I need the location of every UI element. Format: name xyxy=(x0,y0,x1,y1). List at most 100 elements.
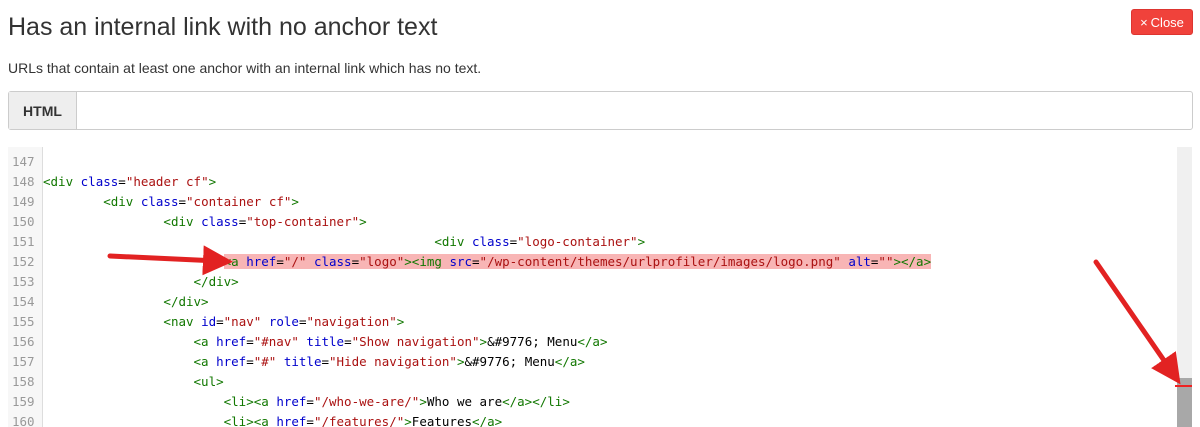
code-token: <a xyxy=(193,334,217,349)
code-tokens: <div class="header cf"> xyxy=(43,174,216,189)
code-token: &#9776; Menu xyxy=(464,354,555,369)
code-token: > xyxy=(208,174,217,189)
close-icon: × xyxy=(1140,14,1148,30)
code-token: <nav xyxy=(163,314,202,329)
code-line: 156 <a href="#nav" title="Show navigatio… xyxy=(8,332,931,352)
code-token: id xyxy=(201,314,217,329)
code-token: </div> xyxy=(193,274,239,289)
code-token: </a> xyxy=(577,334,608,349)
code-token: href xyxy=(216,334,247,349)
code-token: class xyxy=(80,174,119,189)
line-number: 153 xyxy=(12,274,35,289)
code-token: alt xyxy=(848,254,871,269)
code-token: &#9776; Menu xyxy=(487,334,578,349)
code-tokens: <li><a href="/features/">Features</a> xyxy=(43,414,503,427)
code-token: > xyxy=(396,314,405,329)
code-tokens: <a href="#" title="Hide navigation">&#97… xyxy=(43,354,585,369)
line-code: <a href="#" title="Hide navigation">&#97… xyxy=(42,352,585,372)
code-token: > xyxy=(291,194,299,209)
code-line: 155 <nav id="nav" role="navigation"> xyxy=(8,312,931,332)
code-token: class xyxy=(471,234,510,249)
vertical-scrollbar[interactable] xyxy=(1175,147,1192,427)
highlighted-anchor-code: <a href="/" class="logo"><img src="/wp-c… xyxy=(223,254,932,269)
line-code: <ul> xyxy=(42,372,224,392)
line-number: 148 xyxy=(12,174,35,189)
code-token: "/who-we-are/" xyxy=(313,394,420,409)
code-token: <div xyxy=(43,174,81,189)
code-tokens: <nav id="nav" role="navigation"> xyxy=(43,314,404,329)
close-button-label: Close xyxy=(1150,14,1184,30)
code-line: 150 <div class="top-container"> xyxy=(8,212,931,232)
line-number: 158 xyxy=(12,374,35,389)
line-code: <nav id="nav" role="navigation"> xyxy=(42,312,404,332)
line-number: 156 xyxy=(12,334,35,349)
code-line: 153 </div> xyxy=(8,272,931,292)
code-token: = xyxy=(216,314,224,329)
code-token: "/wp-content/themes/urlprofiler/images/l… xyxy=(479,254,841,269)
code-token: = xyxy=(178,194,187,209)
code-viewer[interactable]: 147 148 <div class="header cf"> 149 <div cl… xyxy=(8,147,1193,427)
code-token: class xyxy=(201,214,239,229)
code-token: = xyxy=(351,254,360,269)
code-line: 157 <a href="#" title="Hide navigation">… xyxy=(8,352,931,372)
tab-bar: HTML xyxy=(8,91,1193,130)
code-tokens: <li><a href="/who-we-are/">Who we are</a… xyxy=(43,394,570,409)
code-token: </div> xyxy=(163,294,209,309)
code-token: href xyxy=(246,254,277,269)
code-tokens: <a href="#nav" title="Show navigation">&… xyxy=(43,334,608,349)
code-line: 152 <a href="/" class="logo"><img src="/… xyxy=(8,252,932,272)
code-token: > xyxy=(479,334,488,349)
code-token: <a xyxy=(193,354,217,369)
code-token: <a xyxy=(223,254,247,269)
code-token: href xyxy=(276,414,307,427)
line-code: <div class="container cf"> xyxy=(42,192,299,212)
line-code: <div class="header cf"> xyxy=(42,172,216,192)
code-token: "nav" xyxy=(223,314,262,329)
code-token: "Show navigation" xyxy=(351,334,480,349)
code-token: = xyxy=(344,334,352,349)
line-code: <div class="logo-container"> xyxy=(42,232,645,252)
code-tokens: <div class="top-container"> xyxy=(43,214,366,229)
code-token: "Hide navigation" xyxy=(329,354,457,369)
code-tokens: </div> xyxy=(43,294,209,309)
code-token: ></a> xyxy=(893,254,932,269)
line-number: 147 xyxy=(12,154,35,169)
tab-html[interactable]: HTML xyxy=(9,92,77,129)
modal-title: Has an internal link with no anchor text xyxy=(8,13,438,41)
close-button[interactable]: × Close xyxy=(1131,9,1193,35)
code-token: = xyxy=(306,394,314,409)
code-token: "" xyxy=(878,254,894,269)
line-code: <div class="top-container"> xyxy=(42,212,366,232)
code-token: "#" xyxy=(253,354,277,369)
code-token: = xyxy=(276,254,284,269)
code-token: > xyxy=(404,414,412,427)
code-token: "#nav" xyxy=(253,334,299,349)
code-token: <div xyxy=(103,194,141,209)
code-token: "navigation" xyxy=(306,314,397,329)
code-token: = xyxy=(118,174,126,189)
line-code: <a href="/" class="logo"><img src="/wp-c… xyxy=(42,252,932,272)
line-code: <li><a href="/features/">Features</a> xyxy=(42,412,503,427)
code-token: ><img xyxy=(404,254,450,269)
code-token: "container cf" xyxy=(186,194,292,209)
code-token: <ul> xyxy=(193,374,224,389)
line-number: 157 xyxy=(12,354,35,369)
code-token: role xyxy=(268,314,299,329)
code-token: "/" xyxy=(283,254,307,269)
code-tokens: <div class="logo-container"> xyxy=(43,234,645,249)
line-number: 150 xyxy=(12,214,35,229)
code-token: "logo" xyxy=(359,254,405,269)
code-token: "top-container" xyxy=(246,214,360,229)
code-token: </a></li> xyxy=(502,394,570,409)
